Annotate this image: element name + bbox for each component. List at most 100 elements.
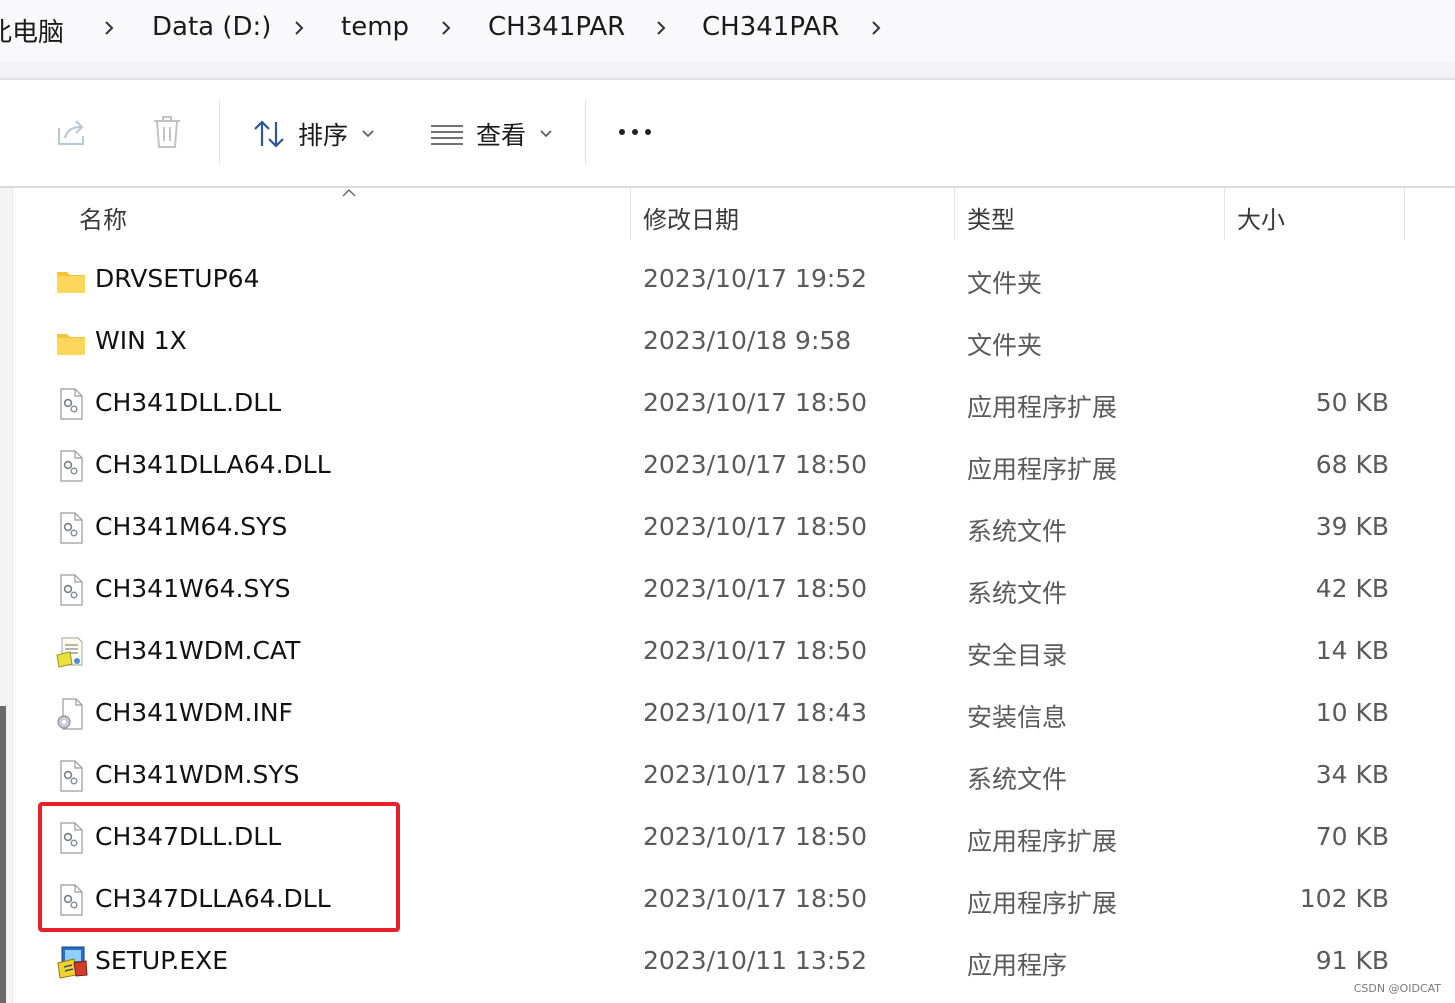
- file-type: 文件夹: [967, 269, 1043, 298]
- file-type: 安装信息: [967, 703, 1068, 732]
- file-date: 2023/10/17 18:50: [643, 574, 868, 603]
- column-header-row: 名称 修改日期 类型 大小: [14, 188, 1455, 244]
- file-row[interactable]: CH341WDM.CAT 2023/10/17 18:50 安全目录 14 KB: [14, 621, 1455, 683]
- share-icon[interactable]: [55, 116, 89, 148]
- file-name: SETUP.EXE: [95, 946, 229, 975]
- more-options-icon[interactable]: [617, 126, 653, 138]
- toolbar-divider: [219, 100, 220, 164]
- column-divider[interactable]: [1224, 188, 1225, 240]
- file-date: 2023/10/17 18:50: [643, 450, 868, 479]
- view-list-icon: [431, 125, 463, 145]
- column-divider[interactable]: [1404, 188, 1405, 240]
- file-type: 安全目录: [967, 641, 1068, 670]
- column-header-size[interactable]: 大小: [1237, 200, 1285, 235]
- file-name: CH341M64.SYS: [95, 512, 288, 541]
- file-type: 系统文件: [967, 579, 1068, 608]
- highlight-box: [38, 802, 400, 932]
- sort-button[interactable]: 排序: [252, 116, 378, 152]
- file-row[interactable]: CH341DLL.DLL 2023/10/17 18:50 应用程序扩展 50 …: [14, 373, 1455, 435]
- breadcrumb-item-this-pc[interactable]: 此电脑: [0, 12, 64, 49]
- file-date: 2023/10/17 18:50: [643, 636, 868, 665]
- file-date: 2023/10/17 18:50: [643, 822, 868, 851]
- file-name: CH341WDM.SYS: [95, 760, 300, 789]
- chevron-right-icon[interactable]: [98, 15, 120, 41]
- file-size: 50 KB: [1315, 388, 1389, 417]
- dll-file-icon: [56, 387, 86, 421]
- file-row[interactable]: DRVSETUP64 2023/10/17 19:52 文件夹: [14, 249, 1455, 311]
- chevron-right-icon[interactable]: [650, 15, 672, 41]
- file-type: 应用程序扩展: [967, 455, 1118, 484]
- chevron-right-icon[interactable]: [288, 15, 310, 41]
- file-type: 系统文件: [967, 517, 1068, 546]
- breadcrumb: 此电脑 Data (D:) temp CH341PAR CH341PAR: [0, 0, 1455, 62]
- column-header-name[interactable]: 名称: [79, 200, 127, 235]
- file-name: CH341WDM.INF: [95, 698, 293, 727]
- file-row[interactable]: SETUP.EXE 2023/10/11 13:52 应用程序 91 KB: [14, 931, 1455, 993]
- file-size: 70 KB: [1315, 822, 1389, 851]
- file-name: CH341DLL.DLL: [95, 388, 282, 417]
- file-size: 34 KB: [1315, 760, 1389, 789]
- file-row[interactable]: WIN 1X 2023/10/18 9:58 文件夹: [14, 311, 1455, 373]
- file-date: 2023/10/17 18:50: [643, 884, 868, 913]
- column-divider[interactable]: [630, 188, 631, 240]
- file-row[interactable]: CH341WDM.INF 2023/10/17 18:43 安装信息 10 KB: [14, 683, 1455, 745]
- view-label: 查看: [476, 121, 527, 150]
- chevron-down-icon: [540, 130, 552, 138]
- file-row[interactable]: CH341WDM.SYS 2023/10/17 18:50 系统文件 34 KB: [14, 745, 1455, 807]
- file-date: 2023/10/17 18:50: [643, 388, 868, 417]
- column-header-date[interactable]: 修改日期: [643, 200, 739, 235]
- file-type: 应用程序扩展: [967, 889, 1118, 918]
- file-type: 文件夹: [967, 331, 1043, 360]
- breadcrumb-item-temp[interactable]: temp: [341, 12, 409, 42]
- file-name: WIN 1X: [95, 326, 187, 355]
- column-divider[interactable]: [954, 188, 955, 240]
- file-row[interactable]: CH341W64.SYS 2023/10/17 18:50 系统文件 42 KB: [14, 559, 1455, 621]
- file-type: 应用程序扩展: [967, 393, 1118, 422]
- address-bar-divider: [0, 62, 1455, 80]
- delete-icon[interactable]: [151, 114, 183, 150]
- file-row[interactable]: CH341M64.SYS 2023/10/17 18:50 系统文件 39 KB: [14, 497, 1455, 559]
- scrollbar-thumb[interactable]: [0, 706, 6, 1003]
- file-name: CH341DLLA64.DLL: [95, 450, 331, 479]
- sort-arrows-icon: [254, 120, 284, 148]
- file-size: 68 KB: [1315, 450, 1389, 479]
- dll-file-icon: [56, 449, 86, 483]
- toolbar-divider: [585, 100, 586, 164]
- chevron-right-icon[interactable]: [865, 15, 887, 41]
- breadcrumb-item-ch341par[interactable]: CH341PAR: [488, 12, 625, 42]
- sort-ascending-icon: [342, 189, 356, 197]
- chevron-right-icon[interactable]: [435, 15, 457, 41]
- chevron-down-icon: [362, 130, 374, 138]
- file-date: 2023/10/11 13:52: [643, 946, 868, 975]
- file-size: 102 KB: [1299, 884, 1389, 913]
- file-date: 2023/10/17 18:43: [643, 698, 868, 727]
- file-size: 42 KB: [1315, 574, 1389, 603]
- catalog-file-icon: [56, 635, 86, 669]
- file-type: 应用程序扩展: [967, 827, 1118, 856]
- file-size: 39 KB: [1315, 512, 1389, 541]
- file-size: 14 KB: [1315, 636, 1389, 665]
- file-date: 2023/10/17 18:50: [643, 512, 868, 541]
- file-row[interactable]: CH341DLLA64.DLL 2023/10/17 18:50 应用程序扩展 …: [14, 435, 1455, 497]
- watermark: CSDN @OIDCAT: [1353, 982, 1441, 995]
- breadcrumb-item-ch341par-current[interactable]: CH341PAR: [702, 12, 839, 42]
- inf-file-icon: [56, 697, 86, 731]
- exe-setup-icon: [56, 945, 88, 979]
- file-type: 应用程序: [967, 951, 1068, 980]
- folder-icon: [56, 263, 86, 297]
- folder-icon: [56, 325, 86, 359]
- view-button[interactable]: 查看: [430, 116, 556, 152]
- breadcrumb-item-drive[interactable]: Data (D:): [152, 12, 271, 42]
- sort-label: 排序: [298, 121, 349, 150]
- file-name: CH341W64.SYS: [95, 574, 291, 603]
- sys-file-icon: [56, 759, 86, 793]
- command-bar: 排序 查看: [0, 80, 1455, 188]
- file-name: DRVSETUP64: [95, 264, 260, 293]
- column-header-type[interactable]: 类型: [967, 200, 1015, 235]
- file-date: 2023/10/17 18:50: [643, 760, 868, 789]
- file-size: 91 KB: [1315, 946, 1389, 975]
- file-size: 10 KB: [1315, 698, 1389, 727]
- file-date: 2023/10/18 9:58: [643, 326, 852, 355]
- file-date: 2023/10/17 19:52: [643, 264, 868, 293]
- file-name: CH341WDM.CAT: [95, 636, 301, 665]
